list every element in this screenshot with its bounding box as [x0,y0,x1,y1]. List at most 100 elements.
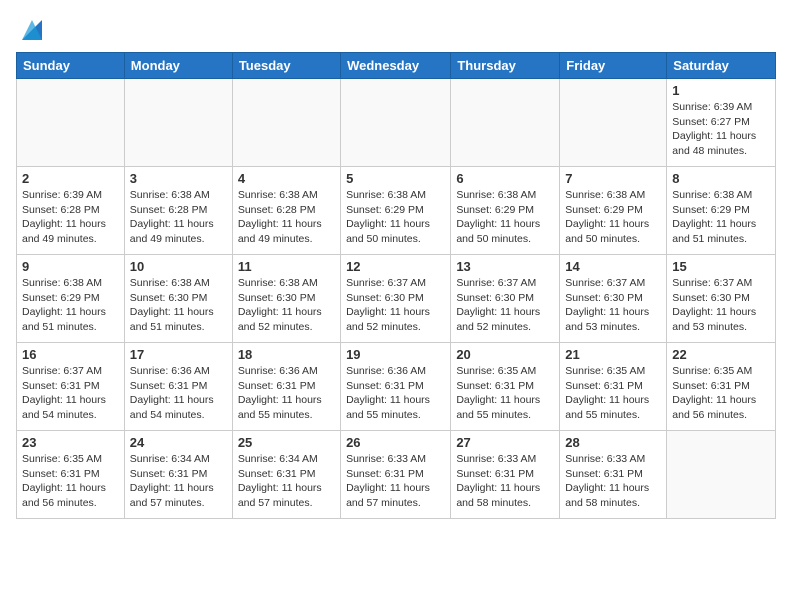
calendar-cell: 16 Sunrise: 6:37 AM Sunset: 6:31 PM Dayli… [17,343,125,431]
day-info: Sunrise: 6:39 AM Sunset: 6:27 PM Dayligh… [672,100,770,159]
calendar-cell: 27 Sunrise: 6:33 AM Sunset: 6:31 PM Dayli… [451,431,560,519]
calendar-cell: 10 Sunrise: 6:38 AM Sunset: 6:30 PM Dayli… [124,255,232,343]
day-number: 1 [672,83,770,98]
calendar-cell: 6 Sunrise: 6:38 AM Sunset: 6:29 PM Daylig… [451,167,560,255]
day-number: 16 [22,347,119,362]
calendar-cell: 7 Sunrise: 6:38 AM Sunset: 6:29 PM Daylig… [560,167,667,255]
day-info: Sunrise: 6:35 AM Sunset: 6:31 PM Dayligh… [22,452,119,511]
day-info: Sunrise: 6:38 AM Sunset: 6:29 PM Dayligh… [22,276,119,335]
calendar-cell: 20 Sunrise: 6:35 AM Sunset: 6:31 PM Dayli… [451,343,560,431]
day-number: 24 [130,435,227,450]
day-number: 12 [346,259,445,274]
day-number: 28 [565,435,661,450]
calendar-cell: 14 Sunrise: 6:37 AM Sunset: 6:30 PM Dayli… [560,255,667,343]
calendar-cell: 26 Sunrise: 6:33 AM Sunset: 6:31 PM Dayli… [341,431,451,519]
day-number: 20 [456,347,554,362]
day-number: 7 [565,171,661,186]
header [16,16,776,44]
calendar-day-header: Tuesday [232,53,340,79]
calendar-cell: 9 Sunrise: 6:38 AM Sunset: 6:29 PM Daylig… [17,255,125,343]
day-info: Sunrise: 6:37 AM Sunset: 6:30 PM Dayligh… [565,276,661,335]
day-number: 4 [238,171,335,186]
calendar-cell: 11Sunrise: 6:38 AM Sunset: 6:30 PM Dayli… [232,255,340,343]
day-info: Sunrise: 6:37 AM Sunset: 6:30 PM Dayligh… [456,276,554,335]
day-info: Sunrise: 6:33 AM Sunset: 6:31 PM Dayligh… [565,452,661,511]
page: SundayMondayTuesdayWednesdayThursdayFrid… [0,0,792,612]
day-number: 8 [672,171,770,186]
calendar-cell: 5Sunrise: 6:38 AM Sunset: 6:29 PM Daylig… [341,167,451,255]
calendar-cell [232,79,340,167]
day-info: Sunrise: 6:39 AM Sunset: 6:28 PM Dayligh… [22,188,119,247]
day-info: Sunrise: 6:38 AM Sunset: 6:29 PM Dayligh… [456,188,554,247]
day-info: Sunrise: 6:34 AM Sunset: 6:31 PM Dayligh… [238,452,335,511]
logo [16,16,46,44]
day-number: 3 [130,171,227,186]
day-number: 10 [130,259,227,274]
day-number: 23 [22,435,119,450]
day-info: Sunrise: 6:38 AM Sunset: 6:29 PM Dayligh… [346,188,445,247]
day-number: 17 [130,347,227,362]
day-info: Sunrise: 6:37 AM Sunset: 6:30 PM Dayligh… [672,276,770,335]
calendar-table: SundayMondayTuesdayWednesdayThursdayFrid… [16,52,776,519]
day-info: Sunrise: 6:38 AM Sunset: 6:29 PM Dayligh… [565,188,661,247]
day-info: Sunrise: 6:33 AM Sunset: 6:31 PM Dayligh… [346,452,445,511]
day-number: 15 [672,259,770,274]
calendar-cell [451,79,560,167]
calendar-cell [341,79,451,167]
calendar-cell: 25 Sunrise: 6:34 AM Sunset: 6:31 PM Dayli… [232,431,340,519]
calendar-day-header: Monday [124,53,232,79]
calendar-week-row: 9 Sunrise: 6:38 AM Sunset: 6:29 PM Daylig… [17,255,776,343]
day-number: 6 [456,171,554,186]
calendar-week-row: 23 Sunrise: 6:35 AM Sunset: 6:31 PM Dayli… [17,431,776,519]
day-info: Sunrise: 6:38 AM Sunset: 6:29 PM Dayligh… [672,188,770,247]
calendar-day-header: Saturday [667,53,776,79]
day-info: Sunrise: 6:36 AM Sunset: 6:31 PM Dayligh… [130,364,227,423]
day-info: Sunrise: 6:38 AM Sunset: 6:28 PM Dayligh… [130,188,227,247]
calendar-day-header: Sunday [17,53,125,79]
calendar-cell: 2 Sunrise: 6:39 AM Sunset: 6:28 PM Daylig… [17,167,125,255]
day-info: Sunrise: 6:36 AM Sunset: 6:31 PM Dayligh… [238,364,335,423]
calendar-cell [17,79,125,167]
day-info: Sunrise: 6:38 AM Sunset: 6:30 PM Dayligh… [238,276,335,335]
day-number: 25 [238,435,335,450]
day-info: Sunrise: 6:38 AM Sunset: 6:28 PM Dayligh… [238,188,335,247]
calendar-cell: 24 Sunrise: 6:34 AM Sunset: 6:31 PM Dayli… [124,431,232,519]
calendar-cell: 21 Sunrise: 6:35 AM Sunset: 6:31 PM Dayli… [560,343,667,431]
calendar-week-row: 2 Sunrise: 6:39 AM Sunset: 6:28 PM Daylig… [17,167,776,255]
calendar-cell [667,431,776,519]
day-number: 13 [456,259,554,274]
calendar-cell: 23 Sunrise: 6:35 AM Sunset: 6:31 PM Dayli… [17,431,125,519]
calendar-cell: 19Sunrise: 6:36 AM Sunset: 6:31 PM Dayli… [341,343,451,431]
calendar-cell: 8 Sunrise: 6:38 AM Sunset: 6:29 PM Daylig… [667,167,776,255]
calendar-cell: 1 Sunrise: 6:39 AM Sunset: 6:27 PM Daylig… [667,79,776,167]
day-number: 2 [22,171,119,186]
calendar-cell: 12 Sunrise: 6:37 AM Sunset: 6:30 PM Dayli… [341,255,451,343]
calendar-cell [560,79,667,167]
day-number: 9 [22,259,119,274]
day-info: Sunrise: 6:35 AM Sunset: 6:31 PM Dayligh… [456,364,554,423]
day-number: 26 [346,435,445,450]
calendar-cell [124,79,232,167]
logo-icon [18,16,46,44]
day-number: 14 [565,259,661,274]
day-info: Sunrise: 6:37 AM Sunset: 6:30 PM Dayligh… [346,276,445,335]
calendar-cell: 18 Sunrise: 6:36 AM Sunset: 6:31 PM Dayli… [232,343,340,431]
day-info: Sunrise: 6:37 AM Sunset: 6:31 PM Dayligh… [22,364,119,423]
calendar-cell: 22Sunrise: 6:35 AM Sunset: 6:31 PM Dayli… [667,343,776,431]
day-info: Sunrise: 6:34 AM Sunset: 6:31 PM Dayligh… [130,452,227,511]
day-number: 27 [456,435,554,450]
day-number: 19 [346,347,445,362]
day-number: 21 [565,347,661,362]
calendar-day-header: Wednesday [341,53,451,79]
calendar-day-header: Thursday [451,53,560,79]
calendar-day-header: Friday [560,53,667,79]
day-number: 18 [238,347,335,362]
day-info: Sunrise: 6:35 AM Sunset: 6:31 PM Dayligh… [565,364,661,423]
calendar-cell: 4 Sunrise: 6:38 AM Sunset: 6:28 PM Daylig… [232,167,340,255]
day-info: Sunrise: 6:35 AM Sunset: 6:31 PM Dayligh… [672,364,770,423]
day-info: Sunrise: 6:38 AM Sunset: 6:30 PM Dayligh… [130,276,227,335]
calendar-cell: 28 Sunrise: 6:33 AM Sunset: 6:31 PM Dayli… [560,431,667,519]
day-info: Sunrise: 6:33 AM Sunset: 6:31 PM Dayligh… [456,452,554,511]
calendar-header-row: SundayMondayTuesdayWednesdayThursdayFrid… [17,53,776,79]
calendar-cell: 3 Sunrise: 6:38 AM Sunset: 6:28 PM Daylig… [124,167,232,255]
